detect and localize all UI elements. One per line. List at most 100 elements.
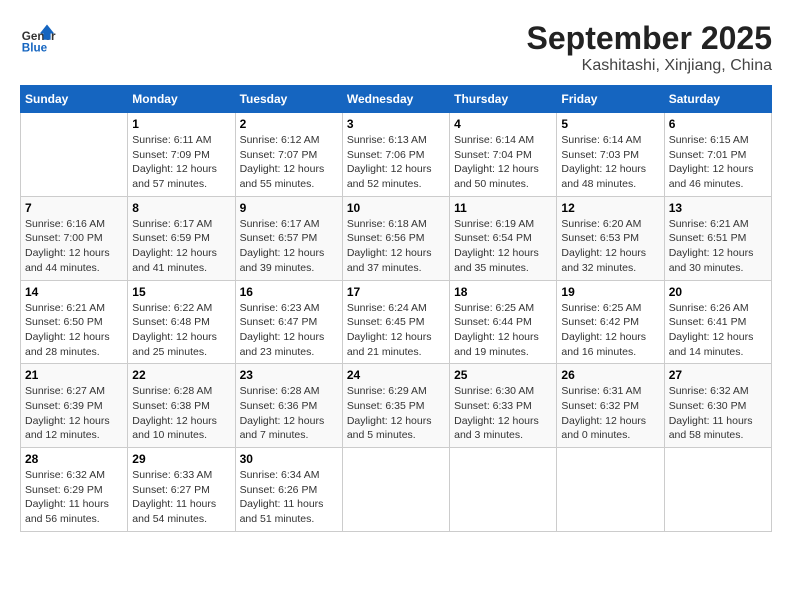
day-number: 11: [454, 201, 552, 215]
calendar-cell: 3Sunrise: 6:13 AM Sunset: 7:06 PM Daylig…: [342, 113, 449, 197]
calendar-cell: [450, 448, 557, 532]
day-number: 24: [347, 368, 445, 382]
day-number: 25: [454, 368, 552, 382]
calendar-cell: 9Sunrise: 6:17 AM Sunset: 6:57 PM Daylig…: [235, 196, 342, 280]
day-info: Sunrise: 6:26 AM Sunset: 6:41 PM Dayligh…: [669, 301, 767, 360]
calendar-cell: 14 Sunrise: 6:21 AM Sunset: 6:50 PM Dayli…: [21, 280, 128, 364]
calendar-cell: 19 Sunrise: 6:25 AM Sunset: 6:42 PM Dayli…: [557, 280, 664, 364]
day-info: Sunrise: 6:16 AM Sunset: 7:00 PM Dayligh…: [25, 217, 123, 276]
calendar-cell: 16 Sunrise: 6:23 AM Sunset: 6:47 PM Dayli…: [235, 280, 342, 364]
calendar-cell: 17 Sunrise: 6:24 AM Sunset: 6:45 PM Dayli…: [342, 280, 449, 364]
day-number: 21: [25, 368, 123, 382]
month-title: September 2025: [527, 20, 772, 57]
calendar-week-row: 21 Sunrise: 6:27 AM Sunset: 6:39 PM Dayli…: [21, 364, 772, 448]
calendar-cell: [557, 448, 664, 532]
calendar-cell: 23 Sunrise: 6:28 AM Sunset: 6:36 PM Dayli…: [235, 364, 342, 448]
calendar-cell: 6 Sunrise: 6:15 AM Sunset: 7:01 PM Daylig…: [664, 113, 771, 197]
calendar-cell: 25Sunrise: 6:30 AM Sunset: 6:33 PM Dayli…: [450, 364, 557, 448]
calendar-cell: 28 Sunrise: 6:32 AM Sunset: 6:29 PM Dayli…: [21, 448, 128, 532]
day-number: 30: [240, 452, 338, 466]
calendar-cell: 20 Sunrise: 6:26 AM Sunset: 6:41 PM Dayli…: [664, 280, 771, 364]
day-number: 23: [240, 368, 338, 382]
day-info: Sunrise: 6:27 AM Sunset: 6:39 PM Dayligh…: [25, 384, 123, 443]
day-number: 18: [454, 285, 552, 299]
day-number: 6: [669, 117, 767, 131]
day-number: 3: [347, 117, 445, 131]
calendar-cell: 24 Sunrise: 6:29 AM Sunset: 6:35 PM Dayli…: [342, 364, 449, 448]
calendar-cell: 11 Sunrise: 6:19 AM Sunset: 6:54 PM Dayli…: [450, 196, 557, 280]
day-number: 8: [132, 201, 230, 215]
calendar-cell: 1 Sunrise: 6:11 AM Sunset: 7:09 PM Daylig…: [128, 113, 235, 197]
day-number: 1: [132, 117, 230, 131]
day-info: Sunrise: 6:25 AM Sunset: 6:44 PM Dayligh…: [454, 301, 552, 360]
day-number: 4: [454, 117, 552, 131]
day-number: 9: [240, 201, 338, 215]
day-number: 19: [561, 285, 659, 299]
day-number: 22: [132, 368, 230, 382]
day-info: Sunrise: 6:15 AM Sunset: 7:01 PM Dayligh…: [669, 133, 767, 192]
day-info: Sunrise: 6:19 AM Sunset: 6:54 PM Dayligh…: [454, 217, 552, 276]
day-info: Sunrise: 6:18 AM Sunset: 6:56 PM Dayligh…: [347, 217, 445, 276]
calendar-cell: 27 Sunrise: 6:32 AM Sunset: 6:30 PM Dayli…: [664, 364, 771, 448]
calendar-cell: [342, 448, 449, 532]
day-info: Sunrise: 6:23 AM Sunset: 6:47 PM Dayligh…: [240, 301, 338, 360]
day-info: Sunrise: 6:32 AM Sunset: 6:29 PM Dayligh…: [25, 468, 123, 527]
day-info: Sunrise: 6:17 AM Sunset: 6:59 PM Dayligh…: [132, 217, 230, 276]
day-number: 7: [25, 201, 123, 215]
calendar-cell: 2Sunrise: 6:12 AM Sunset: 7:07 PM Daylig…: [235, 113, 342, 197]
calendar-week-row: 7 Sunrise: 6:16 AM Sunset: 7:00 PM Daylig…: [21, 196, 772, 280]
location-title: Kashitashi, Xinjiang, China: [527, 57, 772, 75]
weekday-header-tuesday: Tuesday: [235, 86, 342, 113]
calendar-week-row: 1 Sunrise: 6:11 AM Sunset: 7:09 PM Daylig…: [21, 113, 772, 197]
day-info: Sunrise: 6:14 AM Sunset: 7:04 PM Dayligh…: [454, 133, 552, 192]
weekday-header-friday: Friday: [557, 86, 664, 113]
calendar-table: SundayMondayTuesdayWednesdayThursdayFrid…: [20, 85, 772, 532]
day-info: Sunrise: 6:28 AM Sunset: 6:38 PM Dayligh…: [132, 384, 230, 443]
logo-icon: General Blue: [20, 20, 56, 56]
calendar-cell: 5Sunrise: 6:14 AM Sunset: 7:03 PM Daylig…: [557, 113, 664, 197]
day-info: Sunrise: 6:22 AM Sunset: 6:48 PM Dayligh…: [132, 301, 230, 360]
day-info: Sunrise: 6:24 AM Sunset: 6:45 PM Dayligh…: [347, 301, 445, 360]
weekday-header-saturday: Saturday: [664, 86, 771, 113]
weekday-header-monday: Monday: [128, 86, 235, 113]
calendar-cell: 12Sunrise: 6:20 AM Sunset: 6:53 PM Dayli…: [557, 196, 664, 280]
title-block: September 2025 Kashitashi, Xinjiang, Chi…: [527, 20, 772, 75]
day-number: 10: [347, 201, 445, 215]
weekday-header-sunday: Sunday: [21, 86, 128, 113]
calendar-cell: 22 Sunrise: 6:28 AM Sunset: 6:38 PM Dayli…: [128, 364, 235, 448]
calendar-cell: 10 Sunrise: 6:18 AM Sunset: 6:56 PM Dayli…: [342, 196, 449, 280]
calendar-week-row: 14 Sunrise: 6:21 AM Sunset: 6:50 PM Dayli…: [21, 280, 772, 364]
day-info: Sunrise: 6:34 AM Sunset: 6:26 PM Dayligh…: [240, 468, 338, 527]
day-info: Sunrise: 6:29 AM Sunset: 6:35 PM Dayligh…: [347, 384, 445, 443]
weekday-header-wednesday: Wednesday: [342, 86, 449, 113]
page-header: General Blue September 2025 Kashitashi, …: [20, 20, 772, 75]
weekday-header-thursday: Thursday: [450, 86, 557, 113]
calendar-cell: 4 Sunrise: 6:14 AM Sunset: 7:04 PM Daylig…: [450, 113, 557, 197]
day-info: Sunrise: 6:21 AM Sunset: 6:50 PM Dayligh…: [25, 301, 123, 360]
day-number: 20: [669, 285, 767, 299]
day-info: Sunrise: 6:32 AM Sunset: 6:30 PM Dayligh…: [669, 384, 767, 443]
calendar-cell: 15 Sunrise: 6:22 AM Sunset: 6:48 PM Dayli…: [128, 280, 235, 364]
day-info: Sunrise: 6:11 AM Sunset: 7:09 PM Dayligh…: [132, 133, 230, 192]
day-number: 16: [240, 285, 338, 299]
day-number: 26: [561, 368, 659, 382]
calendar-cell: 29Sunrise: 6:33 AM Sunset: 6:27 PM Dayli…: [128, 448, 235, 532]
calendar-cell: 8 Sunrise: 6:17 AM Sunset: 6:59 PM Daylig…: [128, 196, 235, 280]
day-number: 17: [347, 285, 445, 299]
day-number: 14: [25, 285, 123, 299]
weekday-header-row: SundayMondayTuesdayWednesdayThursdayFrid…: [21, 86, 772, 113]
day-number: 15: [132, 285, 230, 299]
day-number: 27: [669, 368, 767, 382]
day-number: 13: [669, 201, 767, 215]
day-info: Sunrise: 6:31 AM Sunset: 6:32 PM Dayligh…: [561, 384, 659, 443]
day-info: Sunrise: 6:25 AM Sunset: 6:42 PM Dayligh…: [561, 301, 659, 360]
day-number: 5: [561, 117, 659, 131]
day-info: Sunrise: 6:33 AM Sunset: 6:27 PM Dayligh…: [132, 468, 230, 527]
calendar-cell: 21 Sunrise: 6:27 AM Sunset: 6:39 PM Dayli…: [21, 364, 128, 448]
calendar-cell: 18 Sunrise: 6:25 AM Sunset: 6:44 PM Dayli…: [450, 280, 557, 364]
calendar-cell: 7 Sunrise: 6:16 AM Sunset: 7:00 PM Daylig…: [21, 196, 128, 280]
day-info: Sunrise: 6:21 AM Sunset: 6:51 PM Dayligh…: [669, 217, 767, 276]
svg-text:Blue: Blue: [22, 42, 48, 55]
day-info: Sunrise: 6:28 AM Sunset: 6:36 PM Dayligh…: [240, 384, 338, 443]
day-number: 28: [25, 452, 123, 466]
